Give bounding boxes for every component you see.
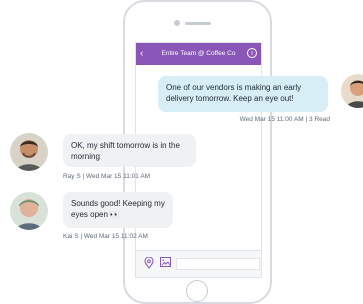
outgoing-message-bubble: One of our vendors is making an early de…	[158, 76, 328, 112]
avatar	[10, 133, 48, 171]
image-icon[interactable]	[160, 257, 171, 267]
phone-top	[125, 2, 270, 42]
outgoing-message-meta: Wed Mar 15 11:00 AM | 3 Read	[239, 116, 330, 123]
avatar	[10, 192, 48, 230]
eyes-emoji: 👀	[109, 210, 120, 219]
incoming-message-bubble: Sounds good! Keeping my eyes open 👀	[63, 192, 173, 228]
avatar	[341, 74, 363, 108]
incoming-message-bubble: OK, my shift tomorrow is in the morning	[63, 134, 196, 167]
conversation-title: Entire Team @ Coffee Co	[161, 50, 236, 57]
info-icon[interactable]: i	[247, 48, 257, 58]
home-button[interactable]	[186, 280, 208, 302]
chevron-left-icon[interactable]: ‹	[140, 47, 143, 61]
location-pin-icon[interactable]	[144, 257, 154, 269]
message-input[interactable]	[176, 258, 260, 270]
message-composer	[136, 250, 261, 277]
speaker	[185, 22, 211, 25]
conversation-header: ‹ Entire Team @ Coffee Co i	[136, 43, 261, 65]
incoming-message-meta: Kai S | Wed Mar 15 11:02 AM	[63, 233, 148, 240]
camera-dot	[174, 20, 180, 26]
incoming-message-meta: Ray S | Wed Mar 15 11:01 AM	[63, 173, 151, 180]
